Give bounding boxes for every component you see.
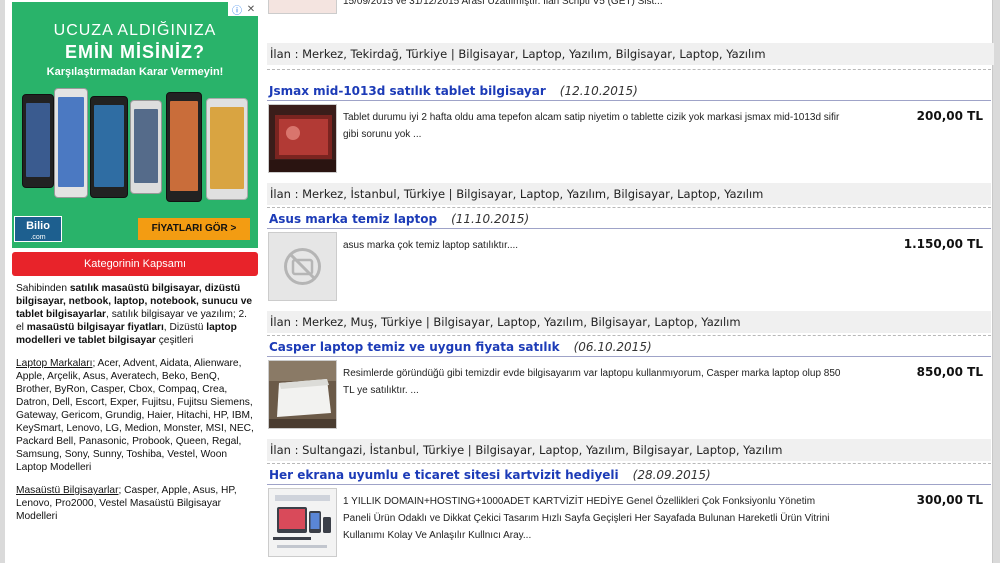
- phone-image-1: [22, 94, 54, 188]
- ad-subheadline: Karşılaştırmadan Karar Vermeyin!: [46, 66, 224, 78]
- listing-partial-top[interactable]: 15/09/2015 ve 31/12/2015 Arası Uzatılmış…: [267, 0, 991, 42]
- listing-thumbnail[interactable]: [268, 104, 337, 173]
- listing-item[interactable]: Jsmax mid-1013d satılık tablet bilgisaya…: [267, 80, 991, 208]
- listing-separator: [267, 69, 991, 70]
- listing-date: (06.10.2015): [573, 340, 652, 354]
- phone-image-4: [130, 100, 162, 194]
- ad-badge[interactable]: ⓘ ✕: [228, 2, 258, 17]
- window-frame-left: [0, 0, 5, 563]
- listing-description: 15/09/2015 ve 31/12/2015 Arası Uzatılmış…: [343, 0, 663, 7]
- phone-image-3: [90, 96, 128, 198]
- listing-meta: İlan : Merkez, İstanbul, Türkiye | Bilgi…: [267, 183, 991, 205]
- category-intro-bold-2: masaüstü bilgisayar fiyatları: [26, 322, 164, 333]
- ad-headline-2: EMİN MİSİNİZ?: [65, 42, 205, 62]
- sidebar: ⓘ ✕ UCUZA ALDIĞINIZA EMİN MİSİNİZ? Karşı…: [12, 2, 258, 533]
- scrollbar-track[interactable]: [992, 0, 1000, 563]
- listing-meta: İlan : Merkez, Muş, Türkiye | Bilgisayar…: [267, 311, 991, 333]
- listing-description: asus marka çok temiz laptop satılıktır..…: [343, 240, 519, 251]
- listing-title-link[interactable]: Jsmax mid-1013d satılık tablet bilgisaya…: [269, 84, 546, 98]
- listing-thumbnail[interactable]: [268, 0, 337, 14]
- category-scope-header: Kategorinin Kapsamı: [12, 252, 258, 276]
- ad-headline-1: UCUZA ALDIĞINIZA: [53, 22, 217, 39]
- listing-item[interactable]: Casper laptop temiz ve uygun fiyata satı…: [267, 336, 991, 464]
- listing-date: (11.10.2015): [451, 212, 530, 226]
- listing-date: (28.09.2015): [632, 468, 711, 482]
- phone-image-2: [54, 88, 88, 198]
- listing-item[interactable]: Asus marka temiz laptop (11.10.2015) asus…: [267, 208, 991, 336]
- listing-thumbnail[interactable]: [268, 360, 337, 429]
- listing-price: 300,00 TL: [916, 493, 983, 507]
- ad-info-icon[interactable]: ⓘ: [230, 2, 244, 17]
- ad-close-icon[interactable]: ✕: [244, 4, 258, 15]
- listing-title-link[interactable]: Casper laptop temiz ve uygun fiyata satı…: [269, 340, 560, 354]
- advertisement-banner[interactable]: ⓘ ✕ UCUZA ALDIĞINIZA EMİN MİSİNİZ? Karşı…: [12, 2, 258, 248]
- listing-thumbnail[interactable]: [268, 232, 337, 301]
- category-intro-text-3: , Dizüstü: [163, 322, 207, 333]
- no-image-icon: [269, 233, 336, 300]
- listing-description: 1 YILLIK DOMAIN+HOSTING+1000ADET KARTVİZ…: [343, 496, 830, 541]
- listing-thumbnail[interactable]: [268, 488, 337, 557]
- listing-title-link[interactable]: Asus marka temiz laptop: [269, 212, 437, 226]
- phone-image-6: [206, 98, 248, 200]
- laptop-brands-list: ; Acer, Advent, Aidata, Alienware, Apple…: [16, 358, 254, 473]
- listing-title-link[interactable]: Her ekrana uyumlu e ticaret sitesi kartv…: [269, 468, 619, 482]
- bilio-logo[interactable]: Bilio .com: [14, 216, 62, 242]
- category-intro-text: Sahibinden: [16, 283, 70, 294]
- ad-phones-image: [20, 86, 250, 206]
- listing-price: 1.150,00 TL: [903, 237, 983, 251]
- category-scope-text: Sahibinden satılık masaüstü bilgisayar, …: [12, 276, 258, 523]
- phone-image-5: [166, 92, 202, 202]
- listing-date: (12.10.2015): [559, 84, 638, 98]
- ad-cta-button[interactable]: FİYATLARI GÖR >: [138, 218, 250, 240]
- listing-meta: İlan : Merkez, Tekirdağ, Türkiye | Bilgi…: [267, 43, 994, 65]
- listing-item[interactable]: Her ekrana uyumlu e ticaret sitesi kartv…: [267, 464, 991, 567]
- laptop-brands-link[interactable]: Laptop Markaları: [16, 358, 92, 369]
- listing-price: 200,00 TL: [916, 109, 983, 123]
- listing-description: Resimlerde göründüğü gibi temizdir evde …: [343, 368, 841, 396]
- desktop-computers-link[interactable]: Masaüstü Bilgisayarlar: [16, 485, 118, 496]
- listing-description: Tablet durumu iyi 2 hafta oldu ama tepef…: [343, 112, 840, 140]
- listing-meta: İlan : Sultangazi, İstanbul, Türkiye | B…: [267, 439, 991, 461]
- category-intro-text-4: çeşitleri: [155, 335, 194, 346]
- listing-price: 850,00 TL: [916, 365, 983, 379]
